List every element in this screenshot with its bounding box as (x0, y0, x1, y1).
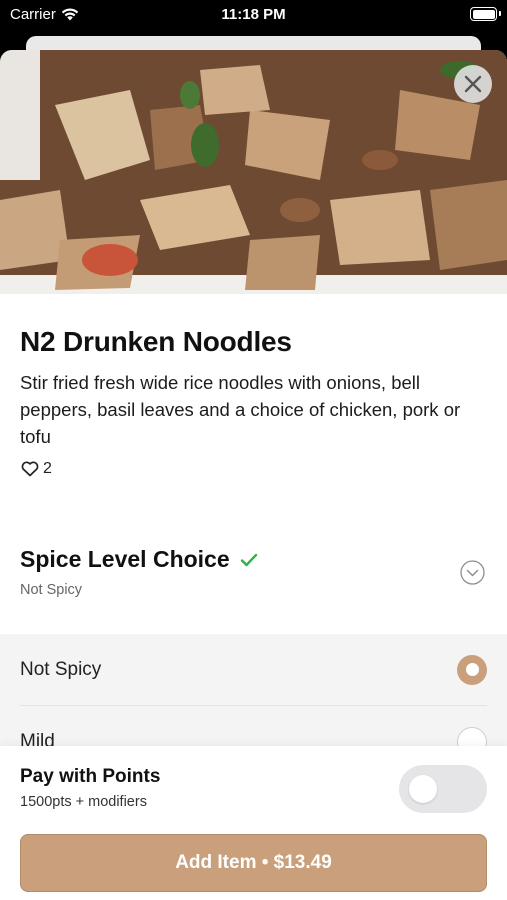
points-cost: 1500pts + modifiers (20, 794, 147, 810)
like-button[interactable]: 2 (21, 460, 52, 478)
like-count: 2 (43, 460, 52, 477)
item-photo (0, 50, 507, 294)
status-time: 11:18 PM (221, 6, 286, 23)
checkout-footer: Pay with Points 1500pts + modifiers Add … (0, 746, 507, 900)
item-description: Stir fried fresh wide rice noodles with … (20, 372, 461, 447)
radio-selected[interactable] (457, 654, 487, 685)
close-button[interactable] (454, 65, 492, 103)
modifier-title: Spice Level Choice (20, 546, 230, 572)
add-item-button[interactable]: Add Item • $13.49 (20, 834, 487, 892)
status-bar: Carrier 11:18 PM (0, 0, 507, 30)
pay-with-points-title: Pay with Points (20, 766, 161, 787)
battery-icon (470, 7, 501, 21)
heart-icon (21, 461, 39, 477)
item-title: N2 Drunken Noodles (20, 326, 292, 357)
close-icon (464, 75, 482, 93)
check-icon (240, 553, 258, 567)
chevron-down-icon[interactable] (460, 560, 485, 585)
modifier-selected-value: Not Spicy (20, 582, 83, 598)
modifier-header[interactable]: Spice Level Choice (20, 546, 258, 573)
option-not-spicy[interactable]: Not Spicy (20, 634, 487, 706)
pay-with-points-toggle[interactable] (399, 765, 487, 813)
item-detail-sheet: N2 Drunken Noodles Stir fried fresh wide… (0, 50, 507, 900)
option-label: Not Spicy (20, 658, 102, 680)
toggle-knob (409, 775, 437, 803)
